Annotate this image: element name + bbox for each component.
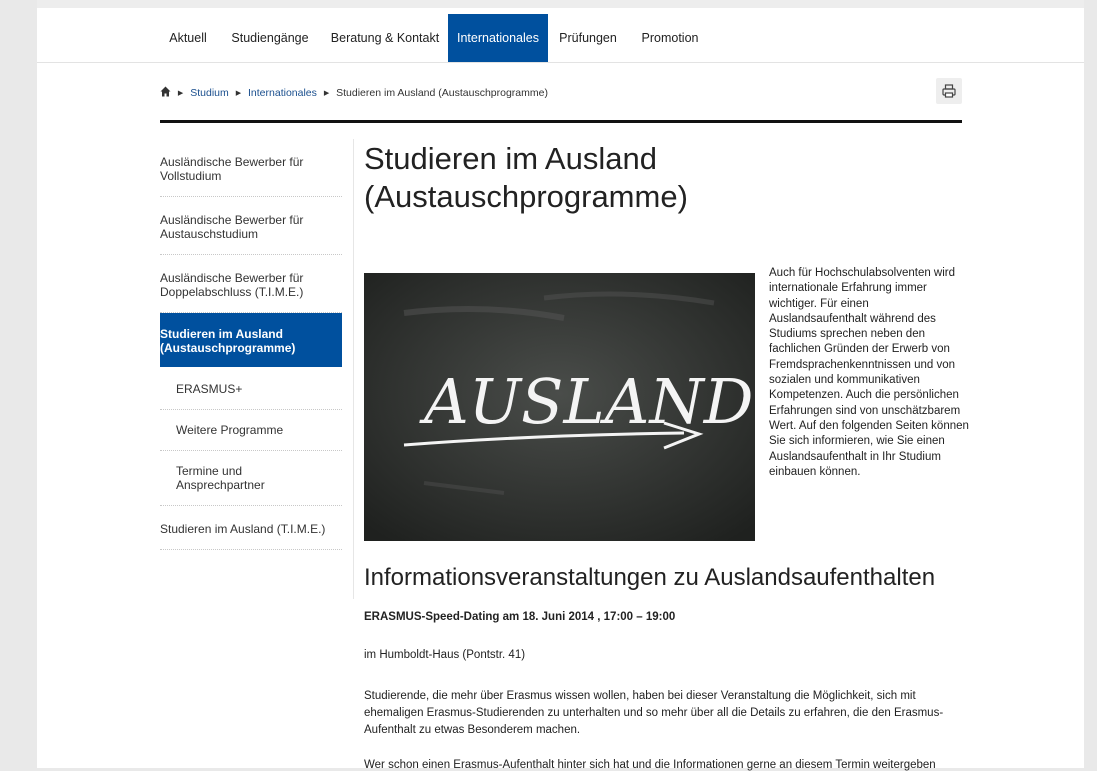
sidebar-item-auslaendische-bewerber-doppelabschluss[interactable]: Ausländische Bewerber für Doppelabschlus… (160, 255, 342, 313)
hero-chalk-text: AUSLAND (419, 365, 753, 438)
nav-item-beratung-kontakt[interactable]: Beratung & Kontakt (325, 14, 445, 62)
hero-image-chalkboard: AUSLAND (364, 273, 755, 541)
print-icon (942, 84, 956, 98)
event-description-continued: Wer schon einen Erasmus-Aufenthalt hinte… (364, 759, 936, 771)
home-icon[interactable] (160, 86, 171, 97)
sidebar-item-label: Termine und Ansprechpartner (176, 464, 265, 492)
intro-text: Auch für Hochschulabsolventen wird inter… (769, 267, 969, 478)
sidebar-subitem-weitere-programme[interactable]: Weitere Programme (160, 410, 342, 451)
sidebar-item-studieren-im-ausland-austausch[interactable]: ▼ Studieren im Ausland (Austauschprogram… (155, 313, 342, 367)
sidebar-subitem-termine-ansprechpartner[interactable]: Termine und Ansprechpartner (160, 451, 342, 506)
nav-item-aktuell[interactable]: Aktuell (160, 14, 216, 62)
breadcrumb-separator-icon: ▶ (323, 90, 330, 97)
breadcrumb-current: Studieren im Ausland (Austauschprogramme… (336, 87, 548, 99)
event-location: im Humboldt-Haus (Pontstr. 41) (364, 649, 526, 661)
sidebar-divider (353, 139, 354, 599)
sidebar-item-auslaendische-bewerber-vollstudium[interactable]: Ausländische Bewerber für Vollstudium (160, 139, 342, 197)
breadcrumb-link-studium[interactable]: Studium (190, 87, 229, 99)
top-strip (37, 0, 1084, 8)
breadcrumb-link-internationales[interactable]: Internationales (248, 87, 317, 99)
nav-item-pruefungen[interactable]: Prüfungen (553, 14, 623, 62)
page: Aktuell Studiengänge Beratung & Kontakt … (37, 0, 1084, 771)
sidebar-nav: Ausländische Bewerber für Vollstudium Au… (155, 139, 342, 550)
breadcrumb: ▶ Studium ▶ Internationales ▶ Studieren … (160, 86, 548, 99)
sidebar-item-label: Weitere Programme (176, 423, 284, 437)
nav-item-studiengaenge[interactable]: Studiengänge (222, 14, 318, 62)
breadcrumb-separator-icon: ▶ (235, 90, 242, 97)
content-divider (160, 120, 962, 123)
sidebar-item-studieren-im-ausland-time[interactable]: Studieren im Ausland (T.I.M.E.) (160, 506, 342, 550)
event-title: ERASMUS-Speed-Dating am 18. Juni 2014 , … (364, 611, 676, 623)
sidebar-item-label: ERASMUS+ (176, 382, 243, 396)
nav-item-promotion[interactable]: Promotion (630, 14, 710, 62)
caret-down-icon: ▼ (155, 333, 162, 340)
sidebar-item-label: Ausländische Bewerber für Vollstudium (160, 155, 304, 183)
sidebar-item-label: Ausländische Bewerber für Austauschstudi… (160, 213, 304, 241)
sidebar-subitem-erasmus[interactable]: ERASMUS+ (160, 367, 342, 410)
event-description: Studierende, die mehr über Erasmus wisse… (364, 690, 944, 736)
sidebar-item-auslaendische-bewerber-austauschstudium[interactable]: Ausländische Bewerber für Austauschstudi… (160, 197, 342, 255)
sidebar-item-label: Studieren im Ausland (Austauschprogramme… (160, 327, 296, 355)
sidebar-item-label: Ausländische Bewerber für Doppelabschlus… (160, 271, 304, 299)
section-title: Informationsveranstaltungen zu Auslandsa… (364, 564, 936, 591)
sidebar-item-label: Studieren im Ausland (T.I.M.E.) (160, 522, 326, 536)
main-nav: Aktuell Studiengänge Beratung & Kontakt … (37, 14, 1084, 63)
page-title: Studieren im Ausland (Austauschprogramme… (364, 141, 688, 214)
print-button[interactable] (936, 78, 962, 104)
nav-item-internationales[interactable]: Internationales (448, 14, 548, 62)
breadcrumb-separator-icon: ▶ (177, 90, 184, 97)
